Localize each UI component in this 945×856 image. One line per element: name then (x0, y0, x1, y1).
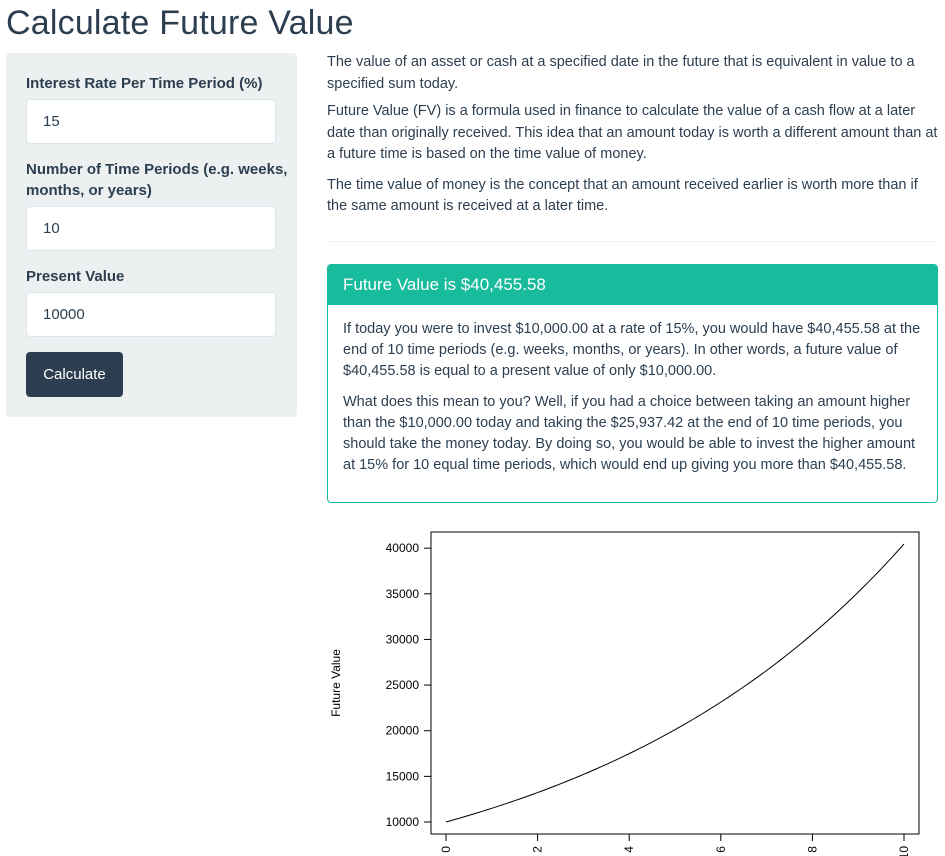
x-tick-label: 10 (897, 846, 911, 856)
y-tick-label: 40000 (386, 541, 420, 555)
description-paragraph-1: The value of an asset or cash at a speci… (327, 54, 915, 92)
section-divider (327, 241, 937, 242)
description-paragraph-3: The time value of money is the concept t… (327, 176, 918, 215)
result-paragraph-2: What does this mean to you? Well, if you… (343, 394, 916, 473)
future-value-series-line (445, 543, 905, 823)
result-header: Future Value is $40,455.58 (328, 265, 937, 305)
time-periods-label-line1: Number of Time Periods (e.g. weeks, (26, 161, 288, 178)
y-tick-label: 20000 (386, 724, 420, 738)
x-tick-label: 4 (622, 846, 636, 853)
result-panel: Future Value is $40,455.58 If today you … (327, 264, 938, 503)
time-periods-label: Number of Time Periods (e.g. weeks, mont… (26, 159, 287, 201)
time-periods-input[interactable] (26, 206, 276, 251)
future-value-chart: 10000 15000 20000 25000 30000 35000 40000 0 2 4 6 8… (329, 531, 920, 856)
x-tick-label: 6 (714, 846, 728, 853)
y-axis-label: Future Value (329, 649, 343, 717)
page-title: Calculate Future Value (6, 4, 354, 42)
result-paragraph-1: If today you were to invest $10,000.00 a… (343, 321, 921, 379)
interest-rate-input[interactable] (26, 99, 276, 144)
x-tick-label: 0 (439, 846, 453, 853)
present-value-input[interactable] (26, 292, 276, 337)
present-value-label: Present Value (26, 268, 125, 285)
y-tick-label: 15000 (386, 769, 420, 783)
interest-rate-label: Interest Rate Per Time Period (%) (26, 75, 263, 92)
y-tick-label: 10000 (386, 815, 420, 829)
x-tick-label: 2 (531, 846, 545, 853)
y-tick-label: 25000 (386, 678, 420, 692)
calculate-button[interactable]: Calculate (26, 352, 123, 397)
plot-frame (430, 531, 920, 835)
description-section: The value of an asset or cash at a speci… (327, 52, 939, 227)
time-periods-label-line2: months, or years) (26, 182, 152, 199)
description-paragraph-2: Future Value (FV) is a formula used in f… (327, 103, 938, 162)
input-sidebar: Interest Rate Per Time Period (%) Number… (6, 53, 297, 417)
y-tick-label: 30000 (386, 632, 420, 646)
y-tick-label: 35000 (386, 587, 420, 601)
result-body: If today you were to invest $10,000.00 a… (328, 305, 937, 476)
x-tick-label: 8 (805, 846, 819, 853)
